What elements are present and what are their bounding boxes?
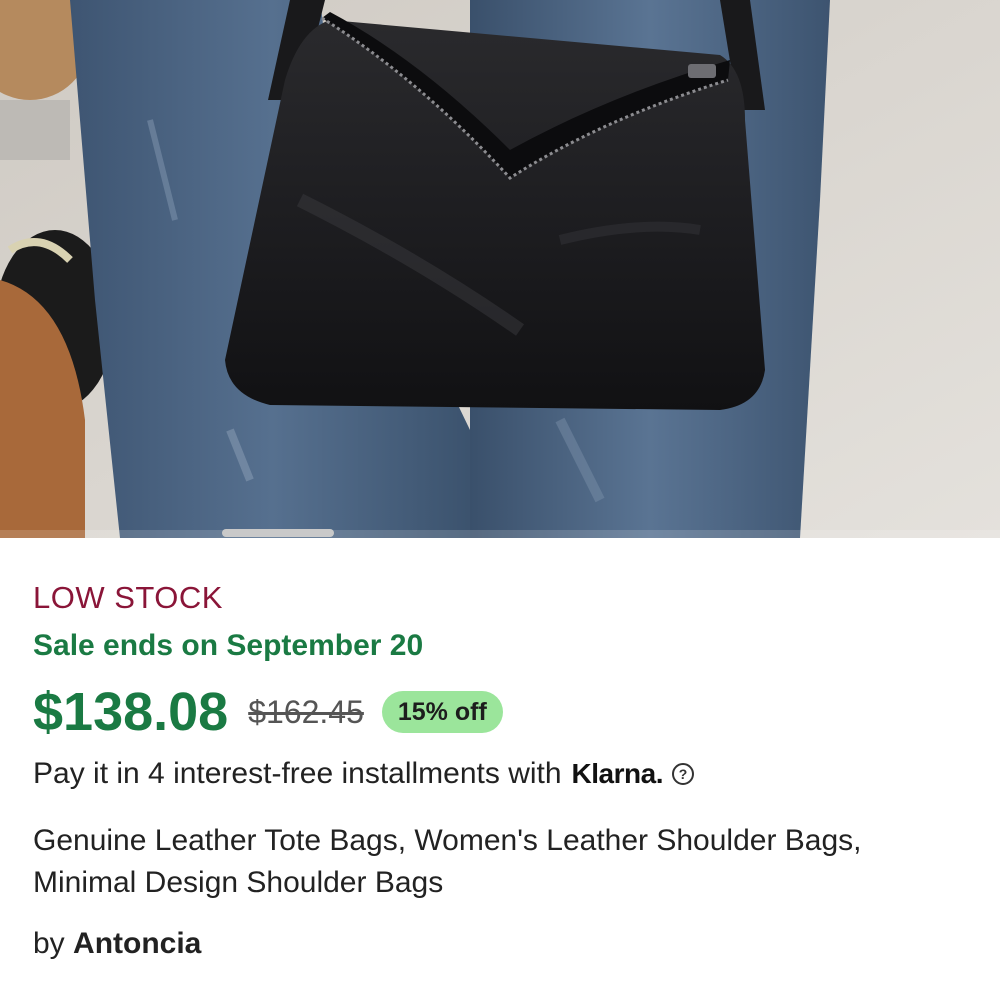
- installments-text: Pay it in 4 interest-free installments w…: [33, 757, 562, 790]
- seller-prefix: by: [33, 927, 65, 960]
- sale-ends-text: Sale ends on September 20: [33, 629, 424, 662]
- carousel-track: [0, 530, 1000, 538]
- original-price: $162.45: [248, 694, 364, 730]
- klarna-logo: Klarna.: [571, 758, 664, 789]
- product-photo[interactable]: [0, 0, 1000, 538]
- installments-row: Pay it in 4 interest-free installments w…: [33, 754, 970, 794]
- price-row: $138.08 $162.45 15% off: [33, 680, 970, 744]
- listing-info: LOW STOCK Sale ends on September 20 $138…: [33, 578, 970, 964]
- carousel-position-indicator: [222, 529, 334, 537]
- help-icon[interactable]: ?: [671, 763, 694, 785]
- current-price: $138.08: [33, 682, 229, 742]
- listing-page: LOW STOCK Sale ends on September 20 $138…: [0, 0, 1000, 1000]
- discount-badge: 15% off: [381, 691, 503, 733]
- product-photo-illustration: [0, 0, 1000, 538]
- product-title: Genuine Leather Tote Bags, Women's Leath…: [33, 824, 862, 899]
- seller-line: by Antoncia: [33, 924, 970, 964]
- low-stock-label: LOW STOCK: [33, 580, 223, 615]
- seller-name-link[interactable]: Antoncia: [73, 927, 201, 960]
